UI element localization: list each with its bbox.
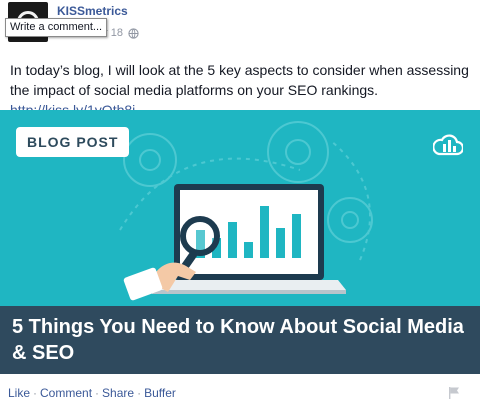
image-title-band: 5 Things You Need to Know About Social M… (0, 306, 480, 374)
buffer-link[interactable]: Buffer (144, 386, 176, 400)
share-link[interactable]: Share (102, 386, 134, 400)
post-message-text: In today’s blog, I will look at the 5 ke… (10, 62, 469, 98)
image-title: 5 Things You Need to Know About Social M… (12, 316, 464, 364)
facebook-post: KISSmetrics November 18 Write a comment.… (0, 0, 480, 409)
globe-icon (128, 28, 139, 39)
flag-icon[interactable] (448, 386, 460, 399)
like-link[interactable]: Like (8, 386, 30, 400)
kissmetrics-logo-icon (433, 134, 463, 156)
comment-link[interactable]: Comment (40, 386, 92, 400)
action-separator: · (137, 386, 142, 400)
page-name-link[interactable]: KISSmetrics (57, 4, 128, 18)
action-separator: · (95, 386, 100, 400)
post-actions: Like · Comment · Share · Buffer (8, 386, 176, 400)
write-comment-tooltip: Write a comment... (5, 18, 108, 37)
action-separator: · (33, 386, 38, 400)
post-image[interactable]: BLOG POST 5 Things You Need to Know Abou… (0, 110, 480, 374)
blog-post-badge: BLOG POST (16, 127, 130, 157)
